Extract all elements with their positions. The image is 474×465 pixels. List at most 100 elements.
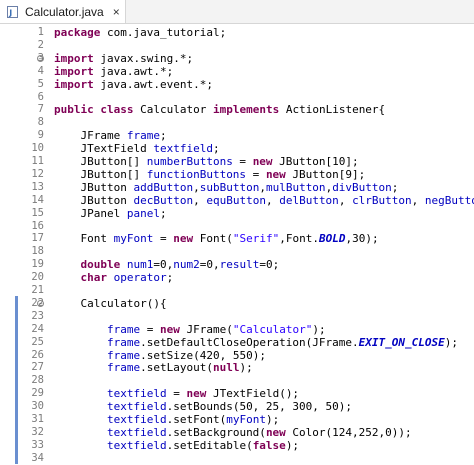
code-token: javax.swing.*; [93, 51, 194, 65]
code-line[interactable]: 34 [0, 452, 474, 465]
code-line[interactable]: 32 textfield.setBackground(new Color(124… [0, 426, 474, 439]
line-number: 8 [37, 116, 44, 129]
code-token: import [54, 77, 94, 91]
code-line[interactable]: 20 char operator; [0, 271, 474, 284]
code-line[interactable]: 31 textfield.setFont(myFont); [0, 413, 474, 426]
code-line[interactable]: 33 textfield.setEditable(false); [0, 439, 474, 452]
code-line[interactable]: 15 JPanel panel; [0, 207, 474, 220]
code-line[interactable]: 24 frame = new JFrame("Calculator"); [0, 323, 474, 336]
code-text: textfield.setFont(myFont); [54, 413, 279, 426]
code-token: .setBackground( [166, 425, 266, 439]
code-token: JButton [54, 180, 134, 194]
code-text: import java.awt.*; [54, 65, 173, 78]
code-line[interactable]: 17 Font myFont = new Font("Serif",Font.B… [0, 232, 474, 245]
code-line[interactable]: 27 frame.setLayout(null); [0, 361, 474, 374]
code-line[interactable]: 11 JButton[] numberButtons = new JButton… [0, 155, 474, 168]
code-token: ActionListener{ [279, 103, 386, 117]
code-editor[interactable]: 1 package com.java_tutorial; 2 3− import jav… [0, 23, 474, 464]
code-token: , [338, 193, 353, 207]
code-line[interactable]: 29 textfield = new JTextField(); [0, 387, 474, 400]
code-token: equButton [206, 193, 266, 207]
code-line[interactable]: 19 double num1=0,num2=0,result=0; [0, 258, 474, 271]
line-gutter: 26 [0, 349, 50, 362]
code-token: import [54, 64, 94, 78]
code-line[interactable]: 25 frame.setDefaultCloseOperation(JFrame… [0, 336, 474, 349]
line-gutter: 10 [0, 142, 50, 155]
code-line[interactable]: 7 public class Calculator implements Acti… [0, 103, 474, 116]
code-token: new [252, 155, 273, 168]
code-token: , [411, 193, 425, 207]
code-line[interactable]: 8 [0, 116, 474, 129]
code-text: textfield.setEditable(false); [54, 439, 299, 452]
fold-collapse-icon[interactable]: − [37, 54, 44, 62]
code-line[interactable]: 10 JTextField textfield; [0, 142, 474, 155]
code-token: panel [126, 206, 160, 220]
code-line[interactable]: 6 [0, 91, 474, 104]
code-token: JButton[10]; [272, 155, 359, 168]
code-token: divButton [332, 180, 392, 194]
code-line[interactable]: 4 import java.awt.*; [0, 65, 474, 78]
code-token: frame [126, 129, 160, 143]
code-token: result [219, 258, 260, 272]
line-gutter: 20 [0, 271, 50, 284]
code-token: ; [159, 129, 167, 143]
line-gutter: 6 [0, 91, 50, 104]
code-token: false [252, 438, 286, 452]
code-line[interactable]: 13 JButton addButton,subButton,mulButton… [0, 181, 474, 194]
code-line[interactable]: 1 package com.java_tutorial; [0, 26, 474, 39]
line-gutter: 2 [0, 39, 50, 52]
code-line[interactable]: 28 [0, 374, 474, 387]
code-text: JButton[] functionButtons = new JButton[… [54, 168, 365, 181]
code-token: new [159, 322, 180, 336]
line-number: 33 [31, 438, 44, 451]
code-line[interactable]: 9 JFrame frame; [0, 129, 474, 142]
code-token: java.awt.event.*; [93, 77, 213, 91]
line-number: 14 [31, 193, 44, 206]
line-gutter: 27 [0, 361, 50, 374]
code-line[interactable]: 16 [0, 220, 474, 233]
line-gutter: 24 [0, 323, 50, 336]
line-gutter: 18 [0, 245, 50, 258]
line-gutter: 3− [0, 52, 50, 65]
line-gutter: 15 [0, 207, 50, 220]
line-number: 25 [31, 335, 44, 348]
code-line[interactable]: 26 frame.setSize(420, 550); [0, 349, 474, 362]
code-token: JTextField(); [206, 387, 300, 401]
code-token: clrButton [352, 193, 412, 207]
code-token: import [54, 51, 94, 65]
tab-calculator-java[interactable]: J Calculator.java × [0, 0, 126, 23]
line-gutter: 16 [0, 220, 50, 233]
code-text: Calculator(){ [54, 297, 166, 310]
code-line[interactable]: 5 import java.awt.event.*; [0, 78, 474, 91]
code-token: num1 [126, 258, 154, 272]
line-number: 13 [31, 180, 44, 193]
code-token: "Calculator" [232, 322, 313, 336]
code-token: negButton [424, 193, 474, 207]
fold-collapse-icon[interactable]: − [37, 299, 44, 307]
code-token: JFrame [54, 129, 127, 143]
code-line[interactable]: 3− import javax.swing.*; [0, 52, 474, 65]
code-line[interactable]: 21 [0, 284, 474, 297]
line-gutter: 29 [0, 387, 50, 400]
code-line[interactable]: 23 [0, 310, 474, 323]
code-token: class [100, 103, 134, 117]
close-icon[interactable]: × [113, 6, 120, 18]
code-line[interactable]: 2 [0, 39, 474, 52]
code-token: subButton [199, 180, 260, 194]
code-line[interactable]: 12 JButton[] functionButtons = new JButt… [0, 168, 474, 181]
code-token: , [193, 193, 207, 207]
code-token: decButton [133, 193, 194, 207]
line-number: 31 [31, 413, 44, 425]
code-line[interactable]: 14 JButton decButton, equButton, delButt… [0, 194, 474, 207]
code-token: JButton [54, 193, 134, 207]
line-gutter: 21 [0, 284, 50, 297]
code-line[interactable]: 30 textfield.setBounds(50, 25, 300, 50); [0, 400, 474, 413]
code-token: = [140, 322, 160, 336]
code-token: JButton[9]; [285, 167, 366, 181]
code-line[interactable]: 22− Calculator(){ [0, 297, 474, 310]
code-line[interactable]: 18 [0, 245, 474, 258]
